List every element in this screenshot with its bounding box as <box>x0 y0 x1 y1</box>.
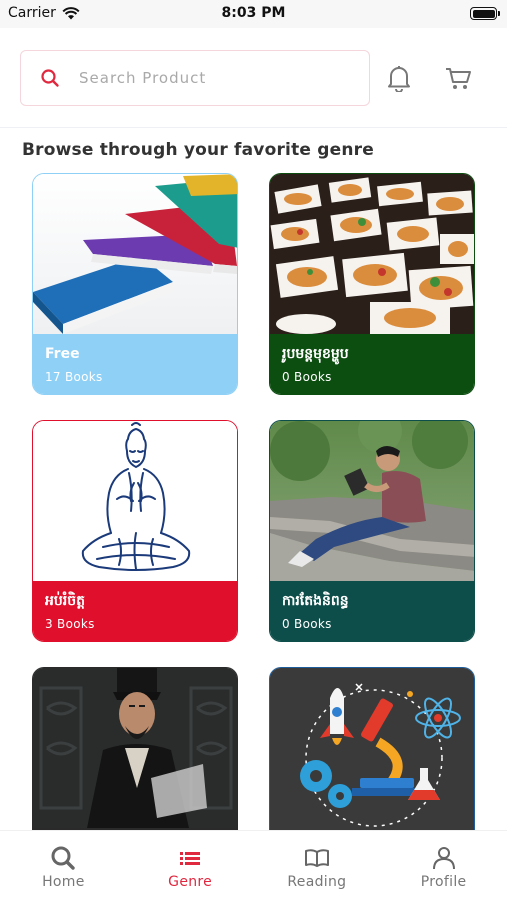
man-reading-image <box>270 421 474 581</box>
cart-icon <box>446 68 471 89</box>
genre-card-recipes[interactable]: រូបមន្តមុខម្ហូប 0 Books <box>269 173 475 395</box>
books-stack-image <box>33 174 237 334</box>
search-icon <box>51 846 76 870</box>
genre-card-mind[interactable]: អប់រំចិត្ត 3 Books <box>32 420 238 642</box>
science-illustration-image <box>270 668 474 828</box>
food-platters-image <box>270 174 474 334</box>
status-bar: Carrier 8:03 PM <box>0 0 507 28</box>
tab-reading[interactable]: Reading <box>254 831 381 900</box>
clock: 8:03 PM <box>221 5 286 21</box>
genre-book-count: 0 Books <box>282 617 332 631</box>
bell-icon <box>388 66 410 92</box>
genre-title: Free <box>45 346 80 362</box>
genre-book-count: 3 Books <box>45 617 95 631</box>
tab-label: Reading <box>287 874 347 890</box>
genre-book-count: 17 Books <box>45 370 103 384</box>
genre-title: អប់រំចិត្ត <box>45 593 85 609</box>
tab-profile[interactable]: Profile <box>380 831 507 900</box>
tab-label: Home <box>42 874 85 890</box>
bottom-tab-bar: Home Genre Reading Profile <box>0 830 507 900</box>
search-box[interactable] <box>20 50 370 106</box>
genre-card-free[interactable]: Free 17 Books <box>32 173 238 395</box>
tab-label: Genre <box>168 874 213 890</box>
section-title: Browse through your favorite genre <box>22 140 374 160</box>
list-icon <box>180 852 201 865</box>
tab-home[interactable]: Home <box>0 831 127 900</box>
tab-genre[interactable]: Genre <box>127 831 254 900</box>
notifications-button[interactable] <box>383 62 415 94</box>
tab-label: Profile <box>420 874 467 890</box>
cart-button[interactable] <box>442 62 474 94</box>
genre-title: រូបមន្តមុខម្ហូប <box>282 346 349 362</box>
header-divider <box>0 127 507 128</box>
search-icon <box>41 69 59 87</box>
book-icon <box>304 849 329 867</box>
search-input[interactable] <box>79 69 349 87</box>
battery-icon <box>470 7 500 20</box>
buddha-drawing-image <box>33 421 237 581</box>
warrior-portrait-image <box>33 668 237 828</box>
genre-title: ការតែងនិពន្ធ <box>282 593 349 609</box>
person-icon <box>432 847 455 870</box>
genre-card-writing[interactable]: ការតែងនិពន្ធ 0 Books <box>269 420 475 642</box>
genre-book-count: 0 Books <box>282 370 332 384</box>
